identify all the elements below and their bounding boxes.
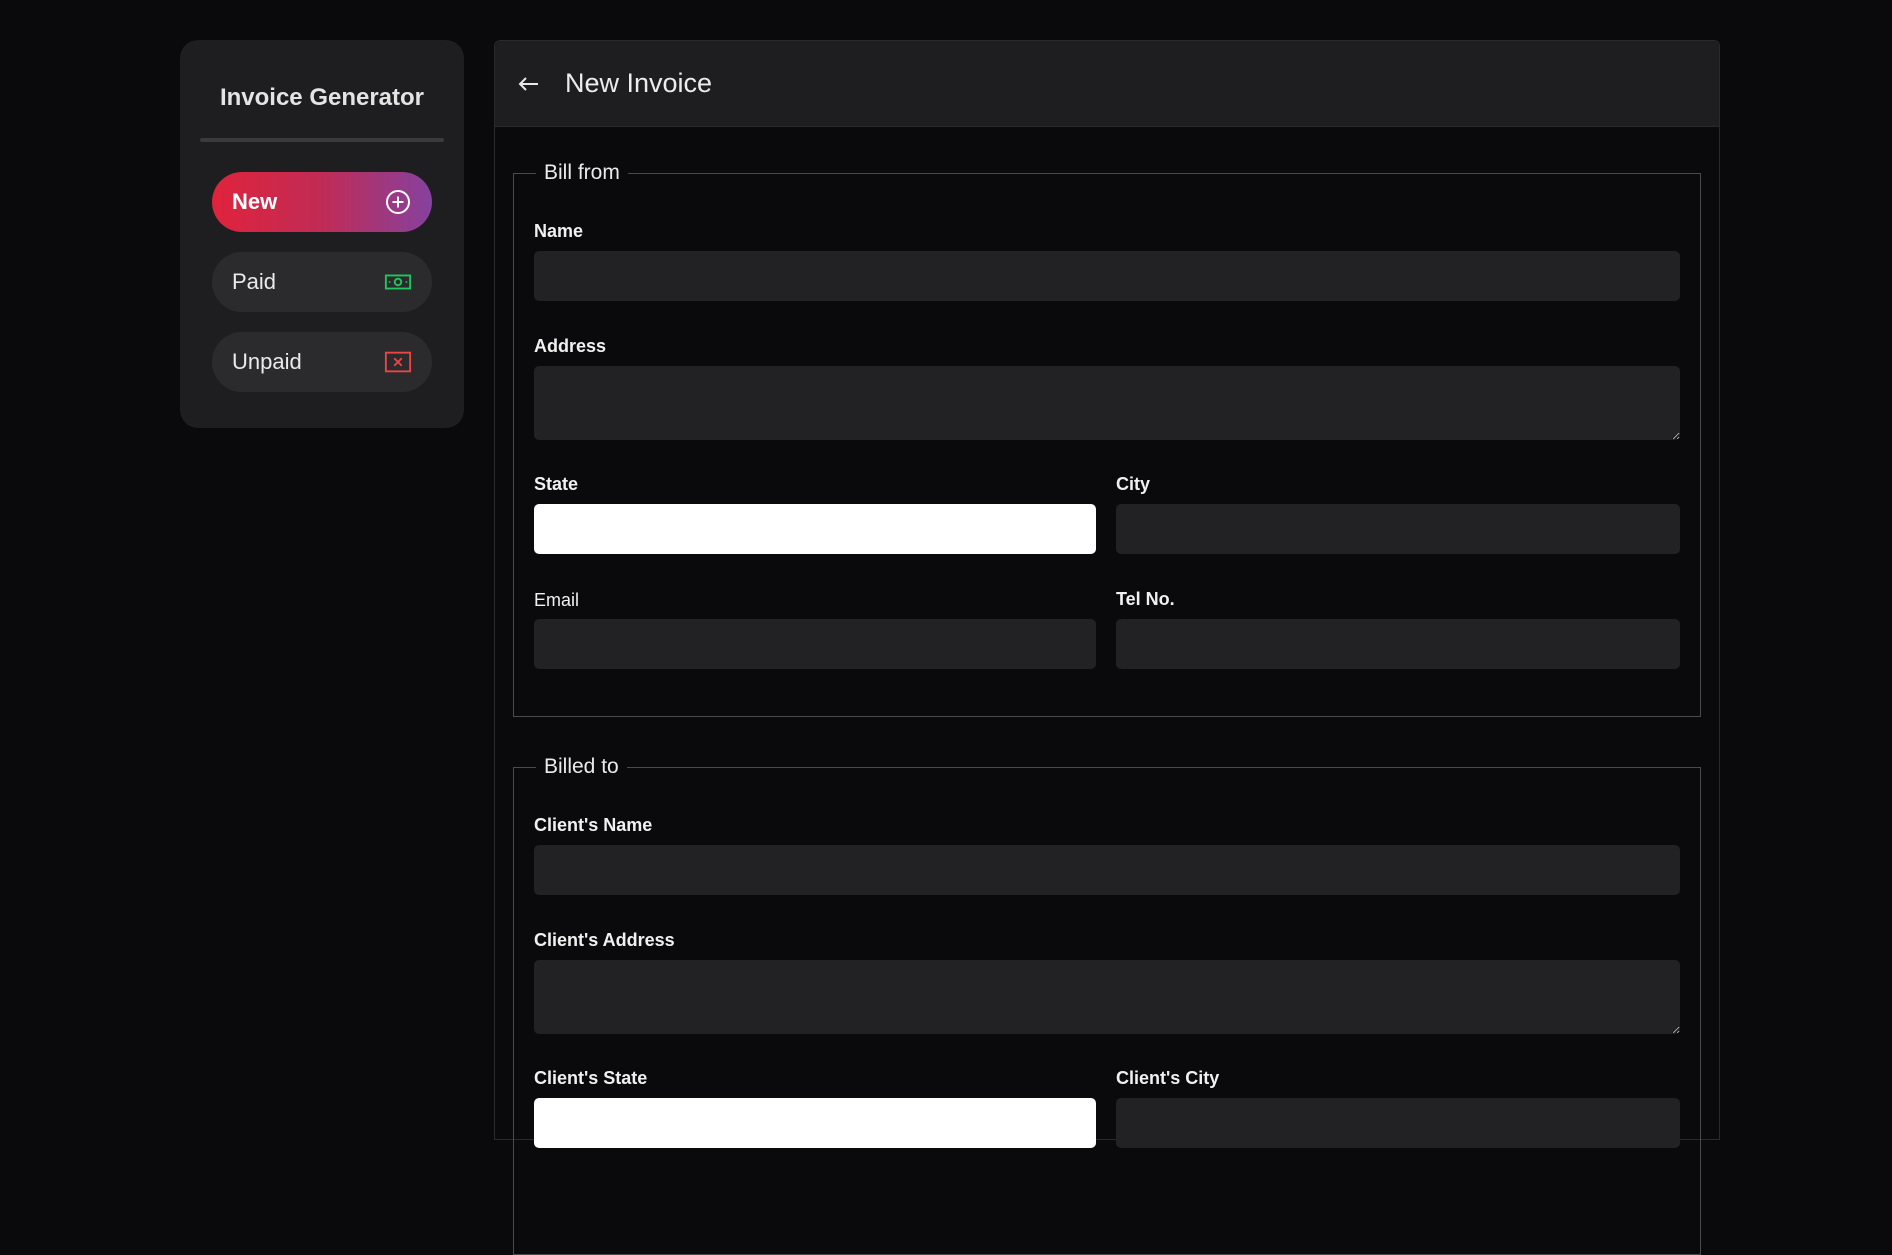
state-input[interactable] (534, 504, 1096, 554)
city-label: City (1116, 474, 1151, 494)
client-name-input[interactable] (534, 845, 1680, 895)
nav-paid-label: Paid (232, 269, 277, 294)
client-state-label: Client's State (534, 1068, 648, 1088)
client-state-input[interactable] (534, 1098, 1096, 1148)
client-city-input[interactable] (1116, 1098, 1680, 1148)
state-label: State (534, 474, 579, 494)
address-textarea[interactable] (534, 366, 1680, 440)
arrow-left-icon[interactable] (517, 69, 547, 99)
city-input[interactable] (1116, 504, 1680, 554)
sidebar-divider (200, 138, 444, 142)
page-header: New Invoice (495, 41, 1719, 127)
client-name-label: Client's Name (534, 815, 653, 835)
tel-input[interactable] (1116, 619, 1680, 669)
email-label: Email (534, 590, 580, 610)
nav-new-button[interactable]: New (212, 172, 432, 232)
nav-unpaid-button[interactable]: Unpaid (212, 332, 432, 392)
cash-icon (384, 268, 412, 296)
client-address-label: Client's Address (534, 930, 675, 950)
client-address-textarea[interactable] (534, 960, 1680, 1034)
name-label: Name (534, 221, 584, 241)
bill-from-legend: Bill from (544, 161, 620, 184)
x-square-icon (384, 348, 412, 376)
nav-new-label: New (232, 189, 278, 214)
nav-unpaid-label: Unpaid (232, 349, 302, 374)
tel-label: Tel No. (1116, 589, 1175, 609)
sidebar: Invoice Generator New Paid Unpaid (180, 40, 464, 428)
address-label: Address (534, 336, 607, 356)
billed-to-section: Billed to Client's Name Client's Address… (513, 755, 1701, 1255)
client-city-label: Client's City (1116, 1068, 1220, 1088)
page-title: New Invoice (565, 68, 713, 98)
email-input[interactable] (534, 619, 1096, 669)
plus-circle-icon (384, 188, 412, 216)
invoice-form-panel: New Invoice Bill from Name Address State… (494, 40, 1720, 1255)
billed-to-legend: Billed to (544, 755, 619, 778)
bill-from-section: Bill from Name Address State City Email … (513, 161, 1701, 717)
name-input[interactable] (534, 251, 1680, 301)
app-title: Invoice Generator (219, 84, 425, 111)
nav-paid-button[interactable]: Paid (212, 252, 432, 312)
